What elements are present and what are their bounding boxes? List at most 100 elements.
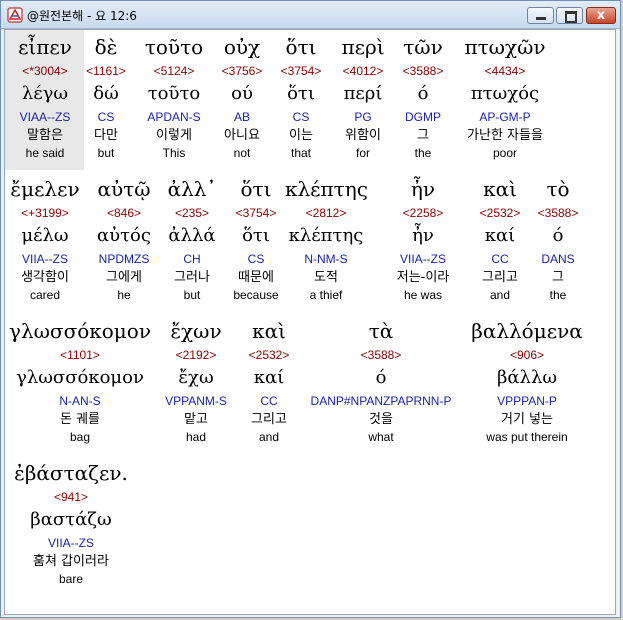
korean-gloss: 돈 궤를 [59, 412, 100, 427]
word-cell[interactable]: καὶ <2532> καί CC 그리고 and [469, 174, 531, 303]
korean-gloss: 것을 [369, 412, 393, 427]
strong-number: <3754> [280, 64, 322, 78]
korean-gloss: 위함이 [345, 128, 381, 143]
morph-code: AB [233, 110, 250, 124]
english-gloss: and [489, 288, 511, 302]
lemma: ὅτι [287, 83, 315, 104]
lemma: ἔχω [178, 367, 214, 388]
word-cell[interactable]: ἔχων <2192> ἔχω VPPANM-S 맡고 had [151, 316, 241, 445]
greek-word: εἶπεν [18, 35, 72, 59]
strong-number: <3588> [402, 64, 444, 78]
word-cell[interactable]: γλωσσόκομον <1101> γλωσσόκομον N-AN-S 돈 궤를 ba… [5, 316, 155, 445]
word-cell[interactable]: τὸ <3588> ό DANS 그 the [532, 174, 584, 303]
korean-gloss: 그러나 [174, 270, 210, 285]
title-bar[interactable]: @원전본해 - 요 12:6 x [1, 1, 620, 29]
korean-gloss: 훔쳐 갑이러라 [33, 554, 109, 569]
korean-gloss: 그에게 [106, 270, 142, 285]
word-cell[interactable]: τοῦτο <5124> τοῦτο APDAN-S 이렇게 This [136, 32, 212, 161]
strong-number: <941> [53, 490, 89, 504]
morph-code: DANP#NPANZPAPRNN-P [310, 394, 452, 408]
word-cell[interactable]: τὰ <3588> ό DANP#NPANZPAPRNN-P 것을 what [291, 316, 471, 445]
lemma: πτωχός [470, 83, 540, 104]
word-cell[interactable]: βαλλόμενα <906> βάλλω VPPPAN-P 거기 넣는 was put … [462, 316, 592, 445]
english-gloss: This [162, 146, 186, 160]
greek-word: περὶ [341, 35, 385, 59]
lemma: δώ [93, 83, 119, 104]
lemma: βαστάζω [30, 509, 112, 530]
english-gloss: bag [69, 430, 91, 444]
minimize-icon [536, 17, 546, 20]
close-button[interactable]: x [586, 7, 616, 24]
strong-number: <235> [174, 206, 210, 220]
english-gloss: poor [492, 146, 518, 160]
strong-number: <2812> [305, 206, 347, 220]
lemma: ό [552, 225, 564, 246]
english-gloss: but [183, 288, 201, 302]
morph-code: DGMP [405, 110, 441, 124]
english-gloss: what [368, 430, 394, 444]
lemma: κλέπτης [288, 225, 364, 246]
english-gloss: the [414, 146, 432, 160]
strong-number: <*3004> [22, 64, 68, 78]
morph-code: DANS [541, 252, 575, 266]
word-cell[interactable]: περὶ <4012> περί PG 위함이 for [333, 32, 393, 161]
morph-code: VPPANM-S [165, 394, 227, 408]
english-gloss: but [97, 146, 115, 160]
greek-word: ἔχων [170, 319, 222, 343]
lemma: λέγω [21, 83, 69, 104]
korean-gloss: 이는 [289, 128, 313, 143]
morph-code: NPDMZS [98, 252, 150, 266]
strong-number: <+3199> [21, 206, 69, 220]
english-gloss: he [117, 288, 131, 302]
korean-gloss: 그리고 [482, 270, 518, 285]
strong-number: <4012> [342, 64, 384, 78]
word-cell[interactable]: ἐβάσταζεν. <941> βαστάζω VIIA--ZS 훔쳐 갑이러라 bar… [11, 458, 131, 587]
strong-number: <2258> [402, 206, 444, 220]
word-cell[interactable]: πτωχῶν <4434> πτωχός AP-GM-P 가난한 자들을 poor [445, 32, 565, 161]
english-gloss: for [355, 146, 370, 160]
word-cell[interactable]: τῶν <3588> ό DGMP 그 the [393, 32, 453, 161]
maximize-icon [565, 11, 577, 23]
greek-word: γλωσσόκομον [8, 319, 152, 343]
lemma: βάλλω [496, 367, 558, 388]
morph-code: CS [97, 110, 115, 124]
greek-word: ἐβάσταζεν. [14, 461, 128, 485]
english-gloss: had [185, 430, 207, 444]
greek-word: δὲ [94, 35, 118, 59]
lemma: μέλω [21, 225, 69, 246]
korean-gloss: 이렇게 [156, 128, 192, 143]
strong-number: <4434> [484, 64, 526, 78]
strong-number: <1101> [60, 348, 100, 362]
english-gloss: was put therein [486, 430, 568, 444]
english-gloss: that [290, 146, 311, 160]
strong-number: <1161> [86, 64, 126, 78]
word-cell[interactable]: ὅτι <3754> ὅτι CS 이는 that [271, 32, 331, 161]
word-cell[interactable]: ὅτι <3754> ὅτι CS 때문에 because [221, 174, 291, 303]
word-cell[interactable]: δὲ <1161> δώ CS 다만 but [76, 32, 136, 161]
morph-code: CC [491, 252, 509, 266]
korean-gloss: 도적 [314, 270, 338, 285]
word-cell[interactable]: εἶπεν <*3004> λέγω VIAA--ZS 말함은 he said [6, 32, 84, 161]
greek-word: τῶν [403, 35, 443, 59]
morph-code: CS [292, 110, 310, 124]
korean-gloss: 생각함이 [21, 270, 69, 285]
morph-code: N-AN-S [59, 394, 101, 408]
word-cell[interactable]: κλέπτης <2812> κλέπτης N-NM-S 도적 a thief [285, 174, 368, 303]
lemma: τοῦτο [147, 83, 201, 104]
word-cell[interactable]: ἀλλ᾽ <235> ἀλλά CH 그러나 but [160, 174, 224, 303]
interlinear-panel[interactable]: εἶπεν <*3004> λέγω VIAA--ZS 말함은 he said δὲ <116… [4, 29, 616, 615]
minimize-button[interactable] [527, 7, 554, 24]
morph-code: VIAA--ZS [19, 110, 71, 124]
maximize-button[interactable] [556, 7, 583, 24]
word-cell[interactable]: αὐτῷ <846> αὐτός NPDMZS 그에게 he [86, 174, 162, 303]
korean-gloss: 그 [417, 128, 429, 143]
word-cell[interactable]: οὐχ <3756> ού AB 아니요 not [212, 32, 272, 161]
korean-gloss: 아니요 [224, 128, 260, 143]
greek-word: ὅτι [240, 177, 272, 201]
greek-word: ἦν [410, 177, 436, 201]
word-cell[interactable]: ἦν <2258> ἦν VIIA--ZS 저는-이라 he was [382, 174, 464, 303]
strong-number: <846> [106, 206, 142, 220]
word-cell[interactable]: ἔμελεν <+3199> μέλω VIIA--ZS 생각함이 cared [6, 174, 84, 303]
greek-word: αὐτῷ [97, 177, 151, 201]
strong-number: <3754> [235, 206, 277, 220]
